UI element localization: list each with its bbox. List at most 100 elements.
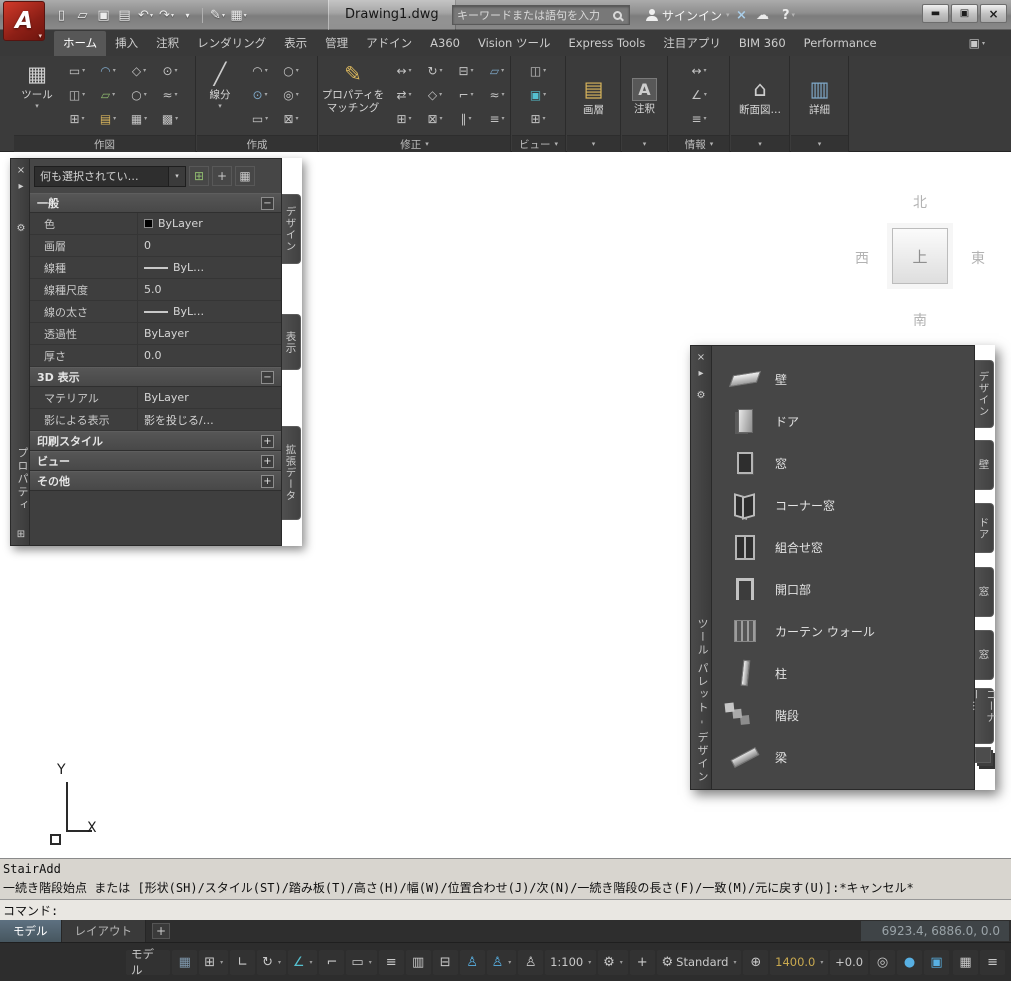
isometric-drafting-toggle[interactable] [287, 949, 318, 975]
transparency-toggle[interactable] [405, 949, 431, 975]
options-icon[interactable] [14, 527, 28, 541]
draw-tool-button[interactable] [155, 60, 185, 81]
panel-label-detail[interactable] [791, 135, 848, 152]
modify-tool-button[interactable] [420, 84, 450, 105]
create-tool-button[interactable] [276, 60, 306, 81]
display-settings-button[interactable] [953, 949, 979, 975]
property-value[interactable]: ByLayer [138, 323, 281, 344]
minimize-button[interactable] [922, 4, 949, 23]
cloud-icon[interactable] [756, 4, 769, 26]
draw-tool-button[interactable] [124, 108, 154, 129]
tab-view[interactable]: 表示 [275, 31, 316, 56]
annotation-autoscale-toggle[interactable] [486, 949, 517, 975]
palette-tab-design[interactable]: デザイン [975, 360, 994, 428]
object-snap-tracking-toggle[interactable] [319, 949, 345, 975]
draw-tool-button[interactable] [124, 60, 154, 81]
help-button[interactable] [782, 4, 795, 26]
model-tab[interactable]: モデル [0, 920, 62, 942]
tab-featured-apps[interactable]: 注目アプリ [654, 31, 730, 56]
model-space-toggle[interactable]: モデル [126, 947, 171, 977]
close-icon[interactable] [14, 163, 28, 177]
property-value[interactable]: ByL… [138, 301, 281, 322]
lineweight-display-toggle[interactable] [378, 949, 404, 975]
selection-dropdown[interactable]: 何も選択されてい… [34, 165, 186, 187]
draw-tool-button[interactable] [93, 108, 123, 129]
layout-tab[interactable]: レイアウト [61, 920, 146, 942]
annotation-visibility-toggle[interactable] [459, 949, 485, 975]
geolocation-button[interactable] [743, 949, 769, 975]
draw-tool-button[interactable] [155, 84, 185, 105]
collapse-icon[interactable] [261, 196, 274, 210]
property-value[interactable]: 5.0 [138, 279, 281, 300]
property-value[interactable]: ByLayer [138, 387, 281, 408]
panel-label-annotation[interactable] [622, 135, 667, 152]
properties-section-plot-style[interactable]: 印刷スタイル [30, 431, 281, 451]
modify-tool-button[interactable] [451, 60, 481, 81]
expand-icon[interactable] [261, 474, 274, 488]
modify-tool-button[interactable] [389, 84, 419, 105]
properties-tab-display[interactable]: 表示 [282, 314, 301, 370]
a360-exchange-icon[interactable] [736, 4, 747, 26]
properties-section-misc[interactable]: その他 [30, 471, 281, 491]
collapse-icon[interactable] [261, 370, 274, 384]
draw-tool-button[interactable] [62, 84, 92, 105]
tab-express-tools[interactable]: Express Tools [559, 31, 654, 56]
expand-icon[interactable] [261, 454, 274, 468]
layer-button[interactable]: 画層 [569, 56, 618, 134]
property-value[interactable]: 0.0 [138, 345, 281, 366]
panel-label-section[interactable] [731, 135, 789, 152]
tool-item-stairs[interactable]: 階段 [712, 694, 974, 736]
tool-item-window[interactable]: 窓 [712, 442, 974, 484]
modify-tool-button[interactable] [451, 84, 481, 105]
offset-button[interactable]: +0.0 [830, 949, 869, 975]
tool-item-curtain-wall[interactable]: カーテン ウォール [712, 610, 974, 652]
palette-tab-window[interactable]: 窓 [975, 567, 994, 617]
modify-tool-button[interactable] [420, 60, 450, 81]
tab-home[interactable]: ホーム [54, 31, 107, 56]
undo-icon[interactable] [136, 5, 155, 25]
application-menu-button[interactable]: A [3, 1, 45, 41]
modify-tool-button[interactable] [389, 60, 419, 81]
new-file-icon[interactable] [52, 5, 71, 25]
command-input[interactable]: コマンド: [0, 900, 1011, 920]
tool-item-corner-window[interactable]: コーナー窓 [712, 484, 974, 526]
tool-item-combo-window[interactable]: 組合せ窓 [712, 526, 974, 568]
annotation-button[interactable]: 注釈 [624, 56, 665, 134]
panel-label-create[interactable]: 作成 [197, 135, 317, 152]
panel-label-modify[interactable]: 修正 [319, 135, 510, 152]
detail-button[interactable]: 詳細 [793, 56, 846, 134]
view-tool-button[interactable] [523, 84, 553, 105]
line-button[interactable]: 線分 [201, 58, 239, 134]
close-icon[interactable] [694, 350, 708, 364]
customization-button[interactable] [980, 949, 1006, 975]
tools-button[interactable]: ツール [17, 58, 57, 134]
palette-tab-window2[interactable]: 窓 [975, 630, 994, 680]
workspace-switching-button[interactable]: Standard [656, 949, 742, 975]
select-objects-icon[interactable] [212, 166, 232, 186]
grid-display-toggle[interactable] [172, 949, 198, 975]
tab-rendering[interactable]: レンダリング [188, 31, 275, 56]
redo-icon[interactable] [157, 5, 176, 25]
panel-label-layer[interactable] [567, 135, 620, 152]
palette-tab-corner[interactable]: コーナー… [970, 688, 997, 744]
restore-button[interactable] [951, 4, 978, 23]
view-tool-button[interactable] [523, 60, 553, 81]
ribbon-display-button[interactable] [969, 33, 985, 53]
add-scale-button[interactable] [629, 949, 655, 975]
autohide-pin-icon[interactable] [14, 179, 28, 193]
draw-tool-button[interactable] [62, 60, 92, 81]
quick-select-icon[interactable] [189, 166, 209, 186]
viewcube-west[interactable]: 西 [855, 248, 869, 268]
tab-manage[interactable]: 管理 [316, 31, 357, 56]
draw-tool-button[interactable] [62, 108, 92, 129]
property-value[interactable]: 影を投じる/… [138, 409, 281, 430]
annotation-settings-button[interactable] [598, 949, 628, 975]
draw-tool-button[interactable] [93, 60, 123, 81]
tab-addins[interactable]: アドイン [357, 31, 421, 56]
tab-performance[interactable]: Performance [795, 31, 886, 56]
section-button[interactable]: 断面図… [733, 56, 787, 134]
open-file-icon[interactable] [73, 5, 92, 25]
hardware-acceleration-button[interactable] [897, 949, 923, 975]
chevron-down-icon[interactable] [168, 166, 185, 186]
polar-tracking-toggle[interactable] [257, 949, 286, 975]
